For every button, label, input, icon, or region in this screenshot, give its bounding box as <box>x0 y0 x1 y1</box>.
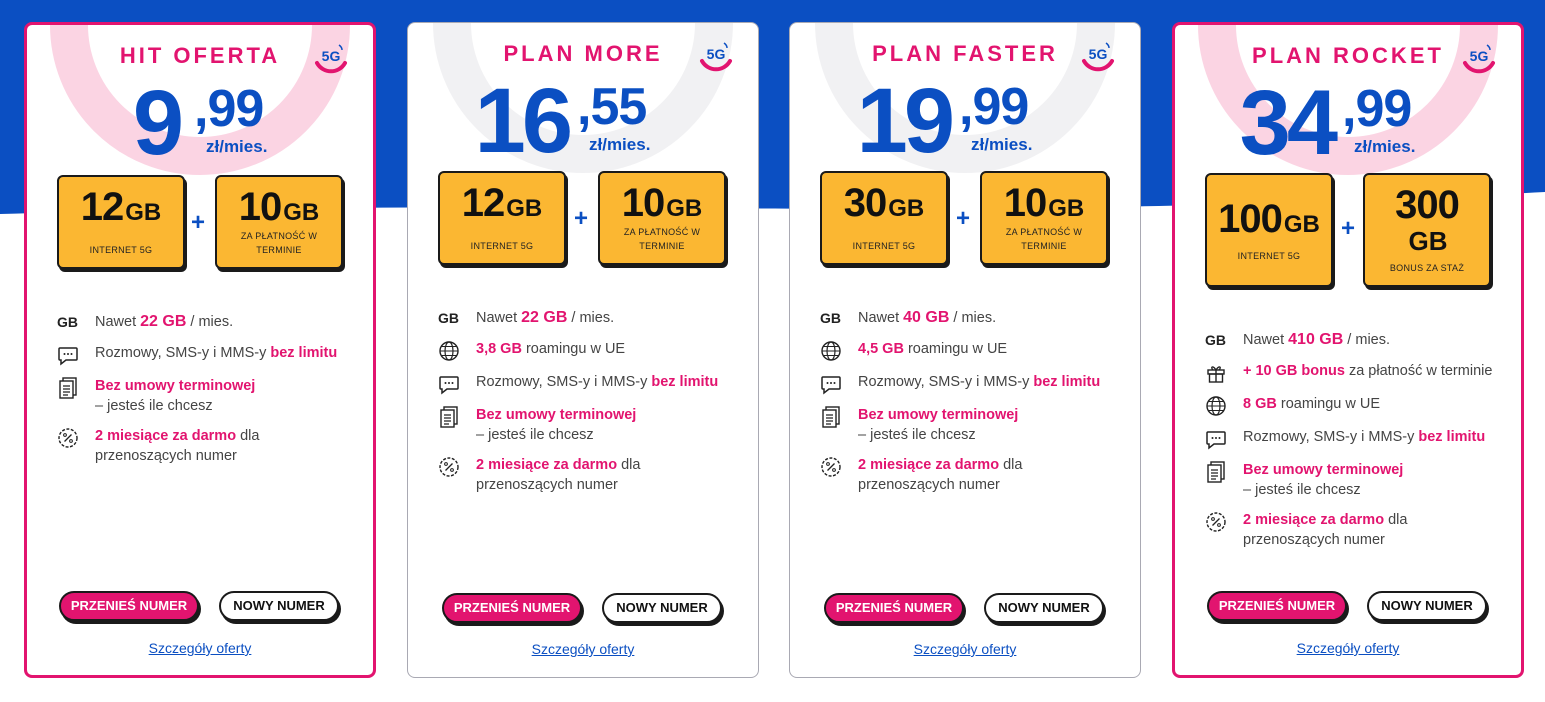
feature-contract: Bez umowy terminowej – jesteś ile chcesz <box>1205 461 1501 500</box>
plus-icon: + <box>956 205 971 232</box>
feature-data: GB Nawet 410 GB / mies. <box>1205 329 1501 351</box>
document-icon <box>57 377 81 399</box>
globe-icon <box>820 340 844 362</box>
feature-list: GB Nawet 22 GB / mies. Rozmowy, SMS-y i … <box>57 311 353 477</box>
internet-tile: 12GB INTERNET 5G <box>438 171 566 265</box>
price-unit: zł/mies. <box>589 135 651 154</box>
port-number-button[interactable]: PRZENIEŚ NUMER <box>1207 591 1347 621</box>
price-unit: zł/mies. <box>971 135 1033 154</box>
bonus-tile: 10GB ZA PŁATNOŚĆ W TERMINIE <box>598 171 726 265</box>
globe-icon <box>1205 395 1229 417</box>
percent-badge-icon <box>820 456 844 478</box>
feature-promo: 2 miesiące za darmo dla przenoszących nu… <box>820 456 1120 495</box>
svg-text:5G: 5G <box>322 48 341 64</box>
svg-text:5G: 5G <box>707 46 726 62</box>
internet-tile: 12GB INTERNET 5G <box>57 175 185 269</box>
gift-icon <box>1205 362 1229 384</box>
svg-text:5G: 5G <box>1470 48 1489 64</box>
plus-icon: + <box>1341 215 1356 242</box>
bonus-tile: 10GB ZA PŁATNOŚĆ W TERMINIE <box>215 175 343 269</box>
feature-contract: Bez umowy terminowej – jesteś ile chcesz <box>820 406 1120 445</box>
plus-icon: + <box>191 209 206 236</box>
document-icon <box>820 406 844 428</box>
offer-details-link[interactable]: Szczegóły oferty <box>1175 640 1521 656</box>
gb-icon: GB <box>820 309 841 326</box>
feature-promo: 2 miesiące za darmo dla przenoszących nu… <box>57 427 353 466</box>
5g-badge-icon: 5G <box>1082 42 1114 72</box>
price: 34 ,99 zł/mies. <box>1175 77 1521 177</box>
price-decimal: ,99 <box>1342 80 1412 138</box>
5g-badge-icon: 5G <box>1463 44 1495 74</box>
offer-details-link[interactable]: Szczegóły oferty <box>27 640 373 656</box>
feature-calls: Rozmowy, SMS-y i MMS-y bez limitu <box>1205 428 1501 450</box>
percent-badge-icon <box>438 456 462 478</box>
price-unit: zł/mies. <box>1354 137 1416 156</box>
chat-bubble-icon <box>438 373 462 395</box>
price-integer: 34 <box>1239 72 1338 174</box>
document-icon <box>438 406 462 428</box>
gb-icon: GB <box>438 309 459 326</box>
gb-icon: GB <box>1205 331 1226 348</box>
document-icon <box>1205 461 1229 483</box>
price: 16 ,55 zł/mies. <box>408 75 758 175</box>
feature-data: GB Nawet 40 GB / mies. <box>820 307 1120 329</box>
chat-bubble-icon <box>820 373 844 395</box>
chat-bubble-icon <box>57 344 81 366</box>
new-number-button[interactable]: NOWY NUMER <box>1367 591 1487 621</box>
port-number-button[interactable]: PRZENIEŚ NUMER <box>442 593 582 623</box>
5g-badge-icon: 5G <box>315 44 347 74</box>
new-number-button[interactable]: NOWY NUMER <box>602 593 722 623</box>
port-number-button[interactable]: PRZENIEŚ NUMER <box>824 593 964 623</box>
offer-details-link[interactable]: Szczegóły oferty <box>408 641 758 657</box>
price: 19 ,99 zł/mies. <box>790 75 1140 175</box>
5g-badge-icon: 5G <box>700 42 732 72</box>
plan-card-hit-oferta: HIT OFERTA 5G 9 ,99 zł/mies. 12GB INTERN… <box>24 22 376 678</box>
bonus-tile: 300 GB BONUS ZA STAŻ <box>1363 173 1491 287</box>
feature-data: GB Nawet 22 GB / mies. <box>57 311 353 333</box>
percent-badge-icon <box>57 427 81 449</box>
feature-bonus: + 10 GB bonus za płatność w terminie <box>1205 362 1501 384</box>
feature-promo: 2 miesiące za darmo dla przenoszących nu… <box>438 456 738 495</box>
price-integer: 19 <box>856 70 955 172</box>
bonus-tile: 10GB ZA PŁATNOŚĆ W TERMINIE <box>980 171 1108 265</box>
feature-list: GB Nawet 40 GB / mies. 4,5 GB roamingu w… <box>820 307 1120 506</box>
internet-tile: 100GB INTERNET 5G <box>1205 173 1333 287</box>
price-integer: 16 <box>474 70 573 172</box>
feature-calls: Rozmowy, SMS-y i MMS-y bez limitu <box>438 373 738 395</box>
internet-tile: 30GB INTERNET 5G <box>820 171 948 265</box>
plus-icon: + <box>574 205 589 232</box>
feature-calls: Rozmowy, SMS-y i MMS-y bez limitu <box>57 344 353 366</box>
price-unit: zł/mies. <box>206 137 268 156</box>
plan-card-faster: PLAN FASTER 5G 19 ,99 zł/mies. 30GB INTE… <box>789 22 1141 678</box>
price-decimal: ,99 <box>194 80 264 138</box>
price-decimal: ,55 <box>577 78 647 136</box>
feature-list: GB Nawet 22 GB / mies. 3,8 GB roamingu w… <box>438 307 738 506</box>
plan-card-rocket: PLAN ROCKET 5G 34 ,99 zł/mies. 100GB INT… <box>1172 22 1524 678</box>
feature-calls: Rozmowy, SMS-y i MMS-y bez limitu <box>820 373 1120 395</box>
price: 9 ,99 zł/mies. <box>27 77 373 177</box>
feature-promo: 2 miesiące za darmo dla przenoszących nu… <box>1205 511 1501 550</box>
gb-icon: GB <box>57 313 78 330</box>
feature-list: GB Nawet 410 GB / mies. + 10 GB bonus za… <box>1205 329 1501 561</box>
globe-icon <box>438 340 462 362</box>
feature-data: GB Nawet 22 GB / mies. <box>438 307 738 329</box>
percent-badge-icon <box>1205 511 1229 533</box>
feature-contract: Bez umowy terminowej – jesteś ile chcesz <box>57 377 353 416</box>
price-decimal: ,99 <box>959 78 1029 136</box>
offer-details-link[interactable]: Szczegóły oferty <box>790 641 1140 657</box>
feature-roaming: 3,8 GB roamingu w UE <box>438 340 738 362</box>
feature-roaming: 8 GB roamingu w UE <box>1205 395 1501 417</box>
new-number-button[interactable]: NOWY NUMER <box>984 593 1104 623</box>
feature-contract: Bez umowy terminowej – jesteś ile chcesz <box>438 406 738 445</box>
svg-text:5G: 5G <box>1089 46 1108 62</box>
feature-roaming: 4,5 GB roamingu w UE <box>820 340 1120 362</box>
chat-bubble-icon <box>1205 428 1229 450</box>
price-integer: 9 <box>132 72 184 174</box>
port-number-button[interactable]: PRZENIEŚ NUMER <box>59 591 199 621</box>
new-number-button[interactable]: NOWY NUMER <box>219 591 339 621</box>
plan-card-more: PLAN MORE 5G 16 ,55 zł/mies. 12GB INTERN… <box>407 22 759 678</box>
